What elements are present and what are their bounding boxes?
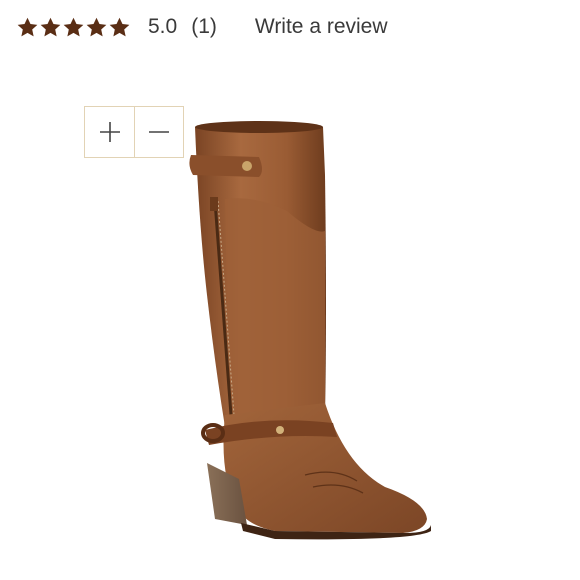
zoom-in-button[interactable] — [85, 107, 134, 157]
rating-value: 5.0 — [148, 15, 178, 38]
star-icon — [108, 16, 131, 39]
write-review-link[interactable]: Write a review — [255, 15, 388, 39]
star-icon — [62, 16, 85, 39]
zoom-controls — [84, 106, 184, 158]
star-icon — [16, 16, 39, 39]
star-rating[interactable] — [16, 16, 131, 39]
plus-icon — [99, 122, 120, 142]
star-icon — [39, 16, 62, 39]
minus-icon — [149, 131, 169, 133]
zoom-out-button[interactable] — [134, 107, 183, 157]
review-count[interactable]: (1) — [191, 15, 217, 39]
product-page: 5.0 (1) Write a review — [0, 0, 580, 580]
star-icon — [85, 16, 108, 39]
rating-bar: 5.0 (1) Write a review — [16, 10, 388, 44]
product-image[interactable] — [185, 115, 435, 550]
